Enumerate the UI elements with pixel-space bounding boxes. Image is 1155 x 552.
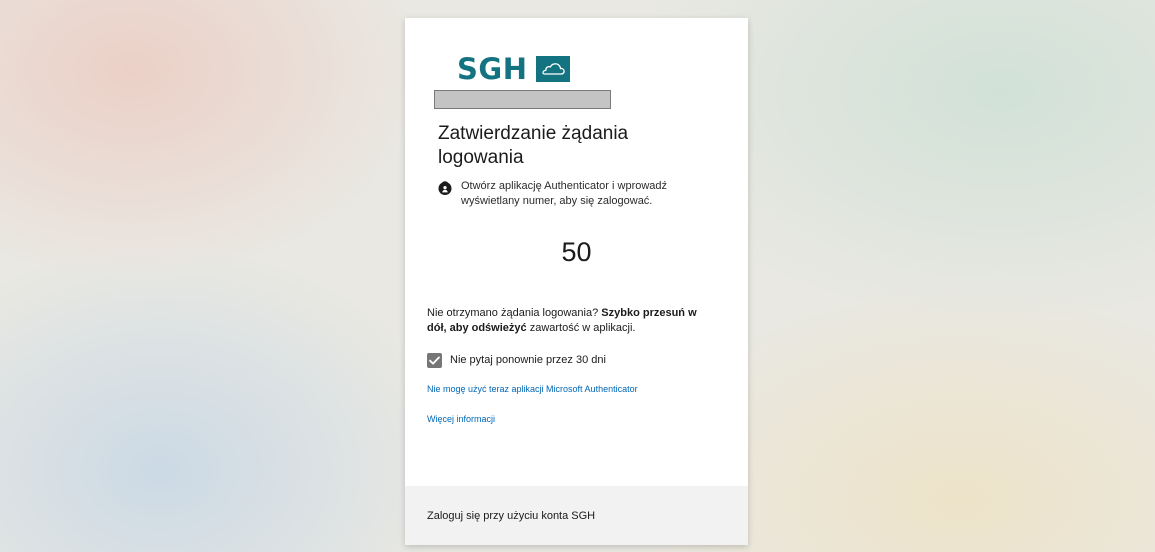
lock-person-icon	[438, 180, 452, 196]
not-received-message: Nie otrzymano żądania logowania? Szybko …	[427, 306, 717, 336]
logo-text: SGH	[457, 52, 528, 86]
not-received-prefix: Nie otrzymano żądania logowania?	[427, 307, 602, 319]
verification-number: 50	[561, 237, 592, 267]
remember-checkbox[interactable]	[427, 353, 442, 368]
sign-in-with-sgh-account[interactable]: Zaloguj się przy użyciu konta SGH	[427, 510, 595, 522]
remember-row[interactable]: Nie pytaj ponownie przez 30 dni	[427, 353, 606, 368]
page-title: Zatwierdzanie żądania logowania	[438, 123, 629, 168]
cannot-use-authenticator-link[interactable]: Nie mogę użyć teraz aplikacji Microsoft …	[427, 383, 638, 395]
sgh-logo: SGH	[457, 52, 571, 86]
remember-label[interactable]: Nie pytaj ponownie przez 30 dni	[450, 353, 606, 368]
authenticator-instruction: Otwórz aplikację Authenticator i wprowad…	[438, 179, 728, 209]
cloud-icon	[536, 56, 571, 82]
account-identifier-redacted	[434, 90, 611, 109]
checkmark-icon	[429, 356, 440, 365]
footer: Zaloguj się przy użyciu konta SGH	[405, 486, 748, 545]
not-received-suffix: zawartość w aplikacji.	[526, 322, 636, 334]
more-info-link[interactable]: Więcej informacji	[427, 413, 495, 425]
sign-in-card: SGH Zatwierdzanie żądania logowania Otwó…	[405, 18, 748, 545]
instruction-text: Otwórz aplikację Authenticator i wprowad…	[461, 180, 668, 207]
